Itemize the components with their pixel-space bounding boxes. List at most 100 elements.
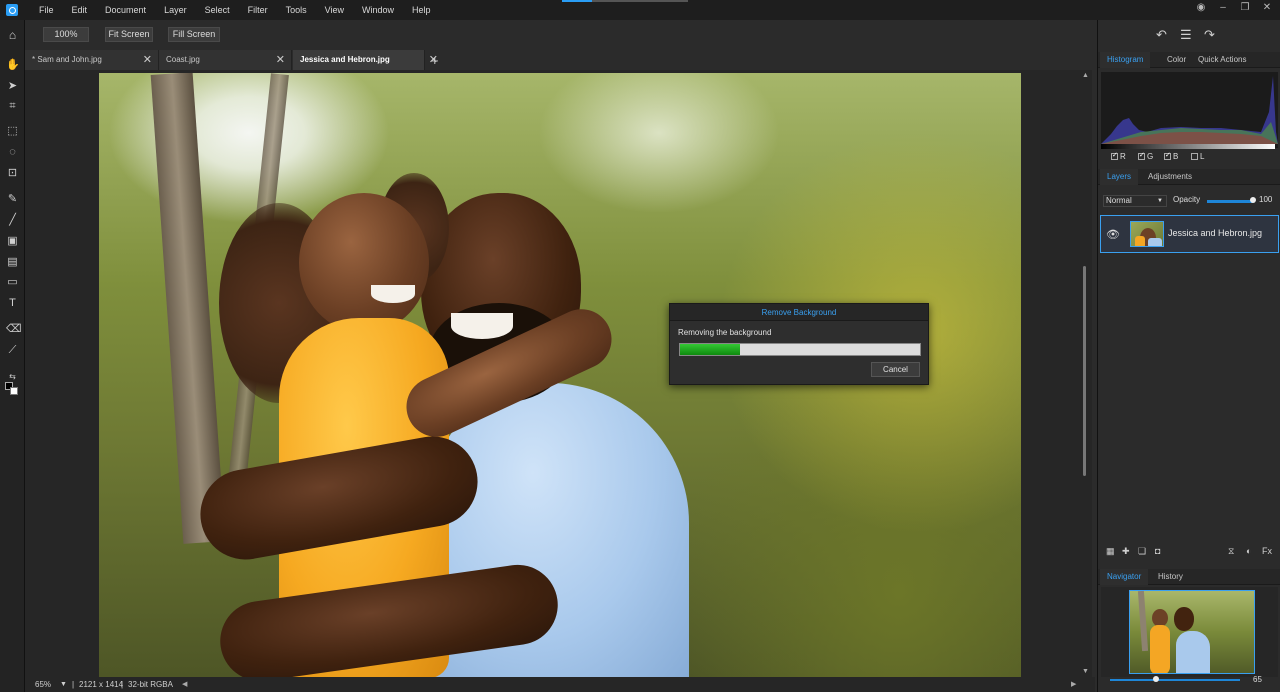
menu-document[interactable]: Document — [96, 5, 155, 15]
scroll-left-icon[interactable]: ◀ — [182, 677, 187, 692]
eyedropper-icon[interactable]: ✎ — [6, 193, 19, 206]
fit-screen-button[interactable]: Fit Screen — [105, 27, 153, 42]
menu-layer[interactable]: Layer — [155, 5, 196, 15]
blend-mode-value: Normal — [1106, 196, 1132, 205]
checkbox-box — [1138, 151, 1145, 160]
canvas-area[interactable] — [25, 70, 1092, 677]
magic-select-icon[interactable]: ⊡ — [6, 167, 19, 180]
opacity-slider[interactable] — [1207, 200, 1253, 203]
brush-icon[interactable]: ╱ — [6, 214, 19, 227]
home-icon[interactable]: ⌂ — [6, 29, 19, 42]
right-panel: ↶ ☰ ↷ Histogram Color Quick Actions R G … — [1097, 20, 1280, 692]
text-tool-icon[interactable]: T — [6, 297, 19, 310]
channel-g-checkbox[interactable]: G — [1138, 151, 1153, 161]
smudge-tool-icon[interactable]: ⟋ — [6, 344, 19, 357]
menu-icon[interactable]: ☰ — [1180, 27, 1192, 43]
restore-icon[interactable]: ❐ — [1240, 3, 1250, 13]
zoom-value-button[interactable]: 100% — [43, 27, 89, 42]
navigator-zoom-handle[interactable] — [1153, 676, 1159, 682]
eye-icon[interactable]: 👁 — [1106, 228, 1120, 241]
tab-color[interactable]: Color — [1160, 52, 1193, 68]
close-tab-icon[interactable]: ✕ — [276, 50, 285, 70]
scroll-down-icon[interactable]: ▼ — [1082, 668, 1089, 675]
tab-label: Jessica and Hebron.jpg — [300, 55, 390, 64]
channel-b-checkbox[interactable]: B — [1164, 151, 1178, 161]
layer-row[interactable]: 👁 Jessica and Hebron.jpg — [1100, 215, 1279, 253]
channel-l-checkbox[interactable]: L — [1191, 152, 1204, 161]
status-dimensions: 2121 x 1414 — [79, 680, 124, 689]
tab-jessica-and-hebron[interactable]: Jessica and Hebron.jpg ✕ — [293, 50, 438, 70]
tab-navigator[interactable]: Navigator — [1100, 569, 1149, 585]
zoom-dropdown-icon[interactable]: ▼ — [60, 677, 67, 692]
gradient-tool-icon[interactable]: ▤ — [6, 256, 19, 269]
options-bar: 100% Fit Screen Fill Screen — [25, 24, 1095, 46]
cancel-button[interactable]: Cancel — [871, 362, 920, 377]
panel-top-actions: ↶ ☰ ↷ — [1098, 20, 1280, 48]
tab-coast[interactable]: Coast.jpg ✕ — [159, 50, 292, 70]
menu-view[interactable]: View — [316, 5, 353, 15]
chevron-down-icon: ▼ — [1157, 198, 1163, 204]
tab-quick-actions[interactable]: Quick Actions — [1191, 52, 1253, 68]
channel-r-checkbox[interactable]: R — [1111, 151, 1126, 161]
close-window-icon[interactable]: ✕ — [1262, 3, 1272, 13]
layer-name: Jessica and Hebron.jpg — [1168, 228, 1263, 238]
navigator-preview[interactable] — [1101, 587, 1278, 677]
status-separator: | — [72, 680, 75, 689]
lasso-tool-icon[interactable]: ◌ — [6, 146, 19, 159]
hand-tool-icon[interactable]: ✋ — [6, 59, 20, 72]
menu-edit[interactable]: Edit — [63, 5, 97, 15]
tab-adjustments[interactable]: Adjustments — [1141, 169, 1199, 185]
minimize-icon[interactable]: – — [1218, 3, 1228, 13]
menu-tools[interactable]: Tools — [277, 5, 316, 15]
opacity-value[interactable]: 100 — [1259, 195, 1280, 204]
checkbox-box — [1111, 151, 1118, 160]
shape-tool-icon[interactable]: ▭ — [6, 276, 19, 289]
progress-bar — [679, 343, 921, 356]
menu-filter[interactable]: Filter — [239, 5, 277, 15]
vertical-scroll-thumb[interactable] — [1083, 266, 1086, 476]
account-icon[interactable]: ◉ — [1196, 3, 1206, 13]
blend-mode-select[interactable]: Normal ▼ — [1103, 195, 1167, 207]
add-image-layer-icon[interactable]: ▦ — [1106, 546, 1115, 557]
undo-icon[interactable]: ↶ — [1156, 27, 1167, 43]
scroll-right-icon[interactable]: ▶ — [1071, 677, 1076, 692]
duplicate-layer-icon[interactable]: ❏ — [1138, 546, 1146, 557]
dialog-title: Remove Background — [670, 304, 928, 321]
vertical-scrollbar[interactable]: ▲ ▼ — [1080, 70, 1092, 677]
document-tabs: * Sam and John.jpg ✕ Coast.jpg ✕ Jessica… — [25, 50, 1095, 70]
tab-layers[interactable]: Layers — [1100, 169, 1139, 185]
menu-select[interactable]: Select — [196, 5, 239, 15]
background-color-swatch[interactable] — [10, 387, 18, 395]
layers-panel-tabs: Layers Adjustments — [1098, 169, 1280, 185]
navigator-zoom-value[interactable]: 65 — [1253, 675, 1262, 684]
add-layer-icon[interactable]: ✚ — [1122, 546, 1130, 557]
redo-icon[interactable]: ↷ — [1204, 27, 1215, 43]
status-zoom[interactable]: 65% — [35, 677, 51, 692]
transform-tool-icon[interactable]: ⌗ — [6, 100, 19, 113]
navigator-thumbnail[interactable] — [1129, 590, 1255, 674]
eraser-icon[interactable]: ⌫ — [6, 323, 22, 336]
opacity-slider-handle[interactable] — [1250, 197, 1256, 203]
navigator-zoom-slider[interactable] — [1110, 679, 1240, 681]
effects-icon[interactable]: Fx — [1262, 546, 1272, 556]
merge-icon[interactable]: ⧖ — [1228, 546, 1234, 557]
adjustment-icon[interactable]: ◐ — [1246, 546, 1251, 556]
close-tab-icon[interactable]: ✕ — [143, 50, 152, 70]
histogram-chart — [1101, 72, 1278, 148]
tab-history[interactable]: History — [1151, 569, 1190, 585]
marquee-tool-icon[interactable]: ⬚ — [6, 125, 19, 138]
menu-window[interactable]: Window — [353, 5, 403, 15]
menu-file[interactable]: File — [30, 5, 63, 15]
fill-screen-button[interactable]: Fill Screen — [168, 27, 220, 42]
tab-sam-and-john[interactable]: * Sam and John.jpg ✕ — [25, 50, 159, 70]
tab-histogram[interactable]: Histogram — [1100, 52, 1151, 68]
checkbox-box — [1164, 151, 1171, 160]
channel-label: L — [1200, 152, 1205, 161]
new-tab-icon[interactable]: + — [431, 53, 439, 68]
scroll-up-icon[interactable]: ▲ — [1082, 72, 1089, 79]
stamp-tool-icon[interactable]: ▣ — [6, 235, 19, 248]
move-tool-icon[interactable]: ➤ — [6, 80, 19, 93]
mask-icon[interactable]: ◘ — [1155, 546, 1160, 556]
app-logo-icon — [6, 4, 18, 16]
menu-help[interactable]: Help — [403, 5, 440, 15]
